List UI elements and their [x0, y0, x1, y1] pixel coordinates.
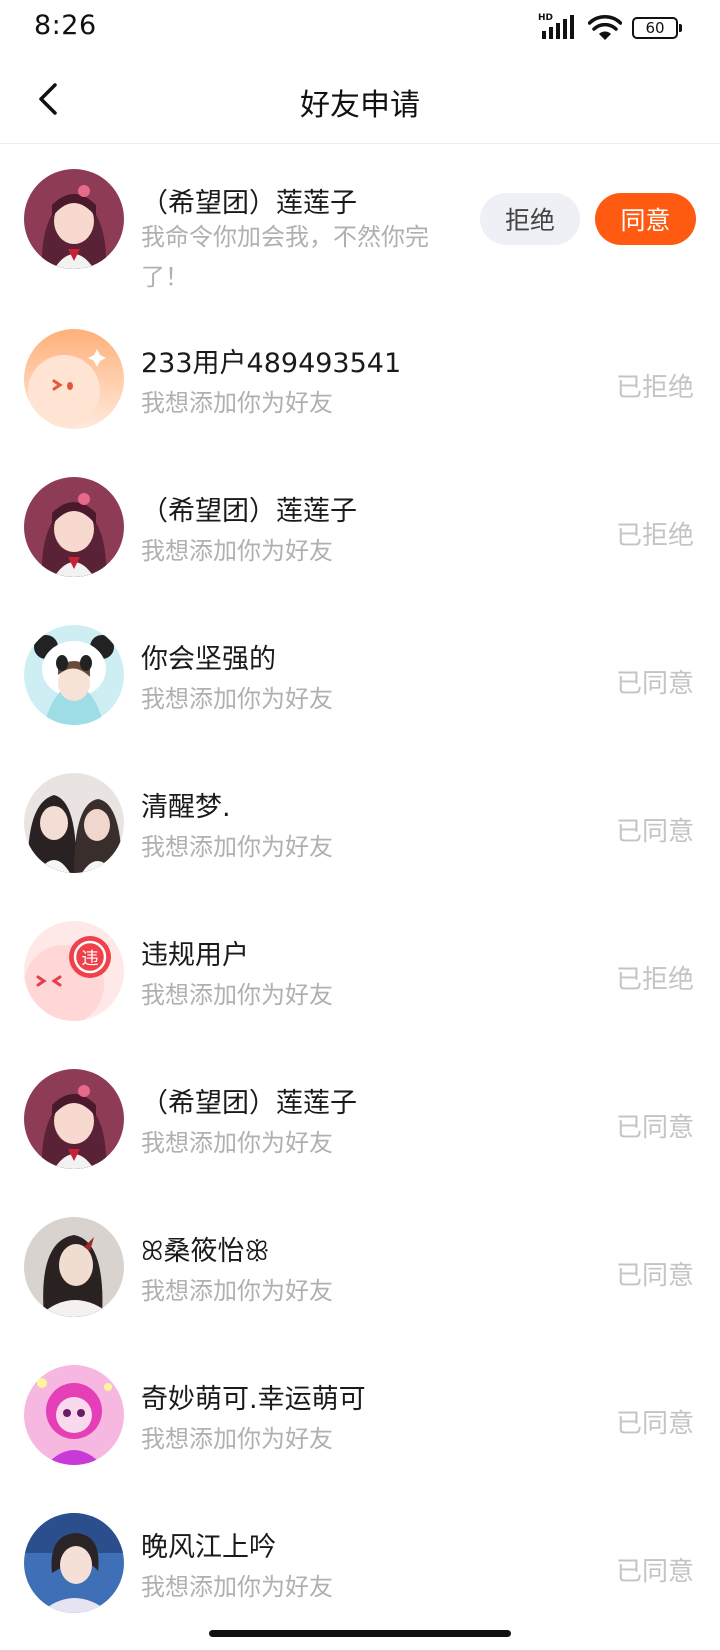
- home-indicator: [209, 1630, 511, 1637]
- friend-request-row[interactable]: （希望团）莲莲子 我想添加你为好友 已同意: [0, 1045, 720, 1193]
- friend-request-row[interactable]: 晚风江上吟 我想添加你为好友 已同意: [0, 1489, 720, 1637]
- friend-request-row[interactable]: 清醒梦. 我想添加你为好友 已同意: [0, 749, 720, 897]
- request-status: 已同意: [615, 1261, 694, 1291]
- friend-request-row[interactable]: （希望团）莲莲子 我命令你加会我，不然你完了！ 拒绝 同意: [0, 145, 720, 305]
- friend-request-row[interactable]: 233用户489493541 我想添加你为好友 已拒绝: [0, 305, 720, 453]
- battery-level: 60: [645, 19, 665, 37]
- friend-request-row[interactable]: 奇妙萌可.幸运萌可 我想添加你为好友 已同意: [0, 1341, 720, 1489]
- request-name: 晚风江上吟: [141, 1532, 276, 1563]
- request-status: 已同意: [615, 817, 694, 847]
- request-status: 已拒绝: [615, 373, 694, 403]
- avatar[interactable]: 违: [24, 921, 124, 1021]
- avatar[interactable]: [24, 773, 124, 873]
- avatar[interactable]: [24, 625, 124, 725]
- request-status: 已同意: [615, 669, 694, 699]
- request-name: 你会坚强的: [141, 644, 276, 675]
- avatar[interactable]: [24, 1513, 124, 1613]
- request-message: 我想添加你为好友: [141, 1573, 333, 1601]
- friend-request-row[interactable]: （希望团）莲莲子 我想添加你为好友 已拒绝: [0, 453, 720, 601]
- request-name: ꕤ桑筱怡ꕥ: [141, 1236, 270, 1267]
- signal-icon: HD: [538, 13, 578, 43]
- request-status: 已同意: [615, 1557, 694, 1587]
- avatar-badge: 违: [82, 949, 99, 969]
- status-time: 8:26: [34, 10, 97, 41]
- request-name: 奇妙萌可.幸运萌可: [141, 1384, 366, 1415]
- request-status: 已同意: [615, 1409, 694, 1439]
- avatar[interactable]: [24, 1069, 124, 1169]
- request-message: 我想添加你为好友: [141, 1277, 333, 1305]
- battery-icon: 60: [632, 17, 682, 39]
- status-icons: HD 60: [538, 12, 682, 44]
- request-status: 已拒绝: [615, 521, 694, 551]
- friend-request-row[interactable]: 违 违规用户 我想添加你为好友 已拒绝: [0, 897, 720, 1045]
- request-status: 已同意: [615, 1113, 694, 1143]
- wifi-icon: [588, 15, 622, 40]
- request-name: （希望团）莲莲子: [141, 188, 357, 219]
- request-message: 我想添加你为好友: [141, 1129, 333, 1157]
- avatar[interactable]: [24, 477, 124, 577]
- request-message: 我想添加你为好友: [141, 537, 333, 565]
- friend-request-row[interactable]: 你会坚强的 我想添加你为好友 已同意: [0, 601, 720, 749]
- request-message: 我想添加你为好友: [141, 685, 333, 713]
- request-name: 清醒梦.: [141, 792, 231, 823]
- request-name: （希望团）莲莲子: [141, 1088, 357, 1119]
- avatar[interactable]: [24, 329, 124, 429]
- request-name: 违规用户: [141, 940, 249, 971]
- request-status: 已拒绝: [615, 965, 694, 995]
- nav-bar: 好友申请: [0, 56, 720, 144]
- accept-button[interactable]: 同意: [595, 193, 696, 245]
- reject-button[interactable]: 拒绝: [480, 193, 580, 245]
- request-name: 233用户489493541: [141, 348, 402, 379]
- friend-request-row[interactable]: ꕤ桑筱怡ꕥ 我想添加你为好友 已同意: [0, 1193, 720, 1341]
- request-message: 我想添加你为好友: [141, 1425, 333, 1453]
- request-message: 我想添加你为好友: [141, 389, 333, 417]
- page-title: 好友申请: [300, 88, 420, 123]
- request-message: 我想添加你为好友: [141, 981, 333, 1009]
- avatar[interactable]: [24, 169, 124, 269]
- friend-request-list: （希望团）莲莲子 我命令你加会我，不然你完了！ 拒绝 同意 233用户48949…: [0, 145, 720, 1637]
- avatar[interactable]: [24, 1365, 124, 1465]
- avatar[interactable]: [24, 1217, 124, 1317]
- request-message: 我命令你加会我，不然你完了！: [141, 223, 429, 291]
- request-message: 我想添加你为好友: [141, 833, 333, 861]
- request-name: （希望团）莲莲子: [141, 496, 357, 527]
- status-bar: 8:26 HD 60: [0, 0, 720, 56]
